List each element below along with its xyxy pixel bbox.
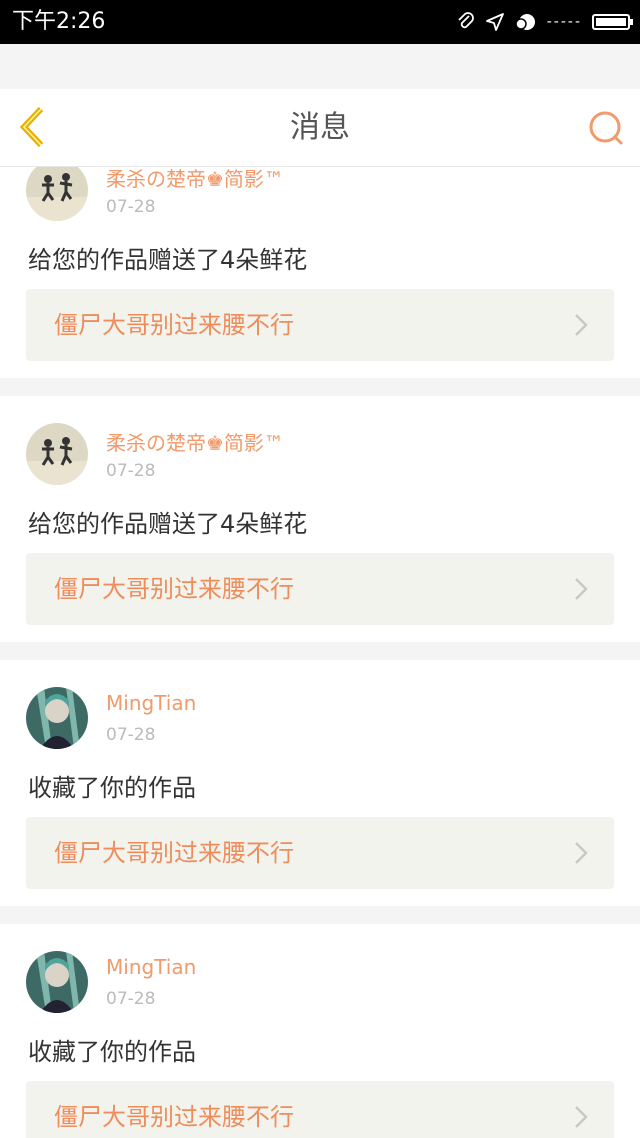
message-list[interactable]: 柔杀の楚帝♚简影™ 07-28 给您的作品赠送了4朵鲜花 僵尸大哥别过来腰不行 … [0, 166, 640, 1138]
location-arrow-icon [485, 13, 504, 31]
message-card: 柔杀の楚帝♚简影™ 07-28 给您的作品赠送了4朵鲜花 僵尸大哥别过来腰不行 [0, 396, 640, 642]
chevron-right-icon [575, 578, 588, 600]
work-title: 僵尸大哥别过来腰不行 [54, 575, 294, 603]
message-text: 收藏了你的作品 [28, 1038, 196, 1066]
status-time: 下午2:26 [12, 9, 106, 34]
username[interactable]: 柔杀の楚帝♚简影™ [106, 166, 284, 192]
work-link[interactable]: 僵尸大哥别过来腰不行 [26, 817, 614, 889]
search-icon [589, 111, 623, 145]
back-button[interactable] [14, 106, 54, 148]
username[interactable]: MingTian [106, 691, 196, 715]
chevron-right-icon [575, 842, 588, 864]
chevron-left-icon [19, 106, 44, 148]
message-card: MingTian 07-28 收藏了你的作品 僵尸大哥别过来腰不行 [0, 924, 640, 1138]
avatar-jumping-couple-icon [26, 166, 88, 221]
work-title: 僵尸大哥别过来腰不行 [54, 311, 294, 339]
avatar[interactable] [26, 166, 88, 221]
top-spacer [0, 44, 640, 89]
username[interactable]: MingTian [106, 955, 196, 979]
avatar[interactable] [26, 423, 88, 485]
chevron-right-icon [575, 314, 588, 336]
message-date: 07-28 [106, 197, 156, 217]
message-text: 给您的作品赠送了4朵鲜花 [28, 510, 308, 538]
work-link[interactable]: 僵尸大哥别过来腰不行 [26, 1081, 614, 1138]
signal-indicator: ----- [546, 14, 582, 30]
message-date: 07-28 [106, 461, 156, 481]
avatar[interactable] [26, 687, 88, 749]
work-link[interactable]: 僵尸大哥别过来腰不行 [26, 553, 614, 625]
message-text: 给您的作品赠送了4朵鲜花 [28, 246, 308, 274]
chevron-right-icon [575, 1106, 588, 1128]
work-title: 僵尸大哥别过来腰不行 [54, 839, 294, 867]
navigation-bar: 消息 [0, 89, 640, 167]
avatar-jumping-couple-icon [26, 423, 88, 485]
battery-icon [592, 14, 633, 30]
status-icons: ----- [457, 8, 633, 36]
avatar-anime-character-icon [26, 687, 88, 749]
notification-bubble-icon [514, 14, 535, 30]
search-button[interactable] [586, 109, 626, 149]
message-card: 柔杀の楚帝♚简影™ 07-28 给您的作品赠送了4朵鲜花 僵尸大哥别过来腰不行 [0, 166, 640, 378]
paperclip-icon [458, 12, 474, 29]
work-title: 僵尸大哥别过来腰不行 [54, 1103, 294, 1131]
work-link[interactable]: 僵尸大哥别过来腰不行 [26, 289, 614, 361]
message-text: 收藏了你的作品 [28, 774, 196, 802]
avatar[interactable] [26, 951, 88, 1013]
page-title: 消息 [290, 110, 350, 145]
status-bar: 下午2:26 ----- [0, 0, 640, 44]
message-card: MingTian 07-28 收藏了你的作品 僵尸大哥别过来腰不行 [0, 660, 640, 906]
message-date: 07-28 [106, 989, 156, 1009]
message-date: 07-28 [106, 725, 156, 745]
username[interactable]: 柔杀の楚帝♚简影™ [106, 427, 284, 456]
avatar-anime-character-icon [26, 951, 88, 1013]
